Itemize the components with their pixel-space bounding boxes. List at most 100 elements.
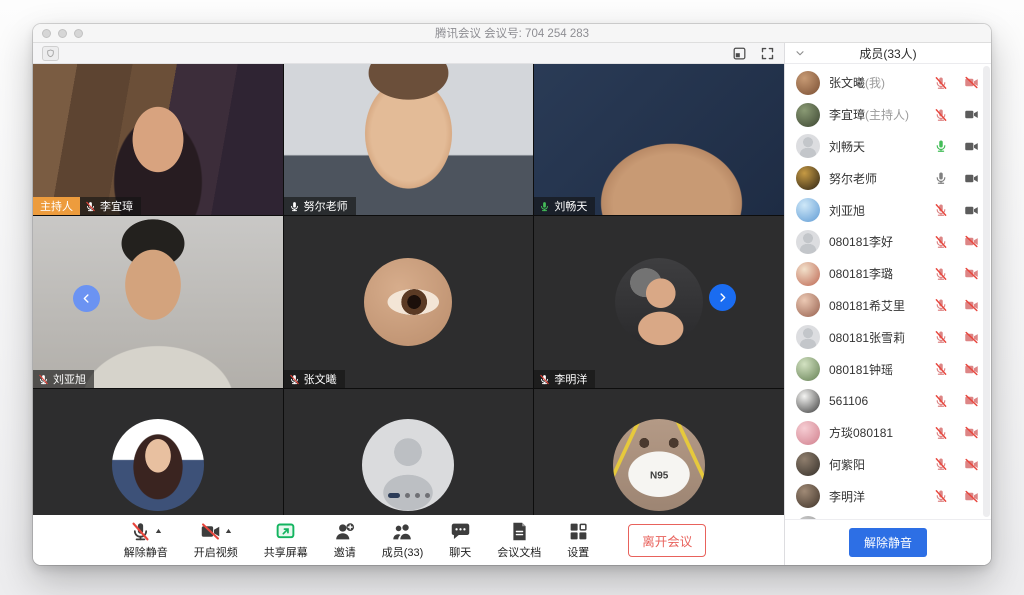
members-panel: 成员(33人) 张文曦(我) 李宜璋(主持人) 刘畅天 努尔老师 xyxy=(784,43,991,565)
camera-status-icon[interactable] xyxy=(964,489,979,504)
member-row[interactable]: 刘亚旭 xyxy=(785,194,991,226)
member-row[interactable]: 李宜璋(主持人) xyxy=(785,99,991,131)
video-tile-7[interactable] xyxy=(33,389,283,515)
member-row[interactable]: 561106 xyxy=(785,385,991,417)
fullscreen-button[interactable] xyxy=(760,46,775,61)
toolbar-item-mic-muted[interactable]: ▲ 解除静音 xyxy=(124,521,168,560)
tile-label: 刘亚旭 xyxy=(33,370,94,388)
toolbar-item-screen-share[interactable]: ▲ 共享屏幕 xyxy=(264,521,308,560)
caret-up-icon[interactable]: ▲ xyxy=(154,528,163,535)
tile-label: 张文曦 xyxy=(284,370,345,388)
video-tile-6[interactable]: 李明洋 xyxy=(534,216,784,388)
camera-status-icon[interactable] xyxy=(964,107,979,122)
camera-off-icon xyxy=(200,521,221,542)
member-row[interactable]: 张文曦(我) xyxy=(785,67,991,99)
member-row[interactable]: 刘畅天 xyxy=(785,131,991,163)
video-feed xyxy=(33,216,283,388)
video-tile-3[interactable]: 刘畅天 xyxy=(534,64,784,215)
mic-status-icon[interactable] xyxy=(934,203,948,217)
camera-status-icon[interactable] xyxy=(964,203,979,218)
next-page-button[interactable] xyxy=(709,284,736,311)
mic-status-icon[interactable] xyxy=(934,171,948,185)
camera-status-icon[interactable] xyxy=(964,457,979,472)
camera-status-icon[interactable] xyxy=(964,139,979,154)
window-controls xyxy=(42,29,83,38)
member-row[interactable]: 080181钟瑶 xyxy=(785,353,991,385)
camera-status-icon[interactable] xyxy=(964,393,979,408)
video-tile-5[interactable]: 张文曦 xyxy=(284,216,534,388)
bottom-toolbar: ▲ 解除静音 ▲ 开启视频 ▲ 共享屏幕 ▲ 邀请 ▲ 成员(33) ▲ 聊天 … xyxy=(33,515,784,565)
toolbar-item-label: 解除静音 xyxy=(124,544,168,560)
member-name: 刘亚旭 xyxy=(829,202,865,219)
toolbar-item-settings[interactable]: ▲ 设置 xyxy=(567,521,589,560)
mic-status-icon[interactable] xyxy=(934,457,948,471)
caret-up-icon[interactable]: ▲ xyxy=(224,528,233,535)
minimize-window-button[interactable] xyxy=(58,29,67,38)
member-row[interactable]: 080181李好 xyxy=(785,226,991,258)
leave-meeting-button[interactable]: 离开会议 xyxy=(628,524,706,557)
toolbar-item-label: 共享屏幕 xyxy=(264,544,308,560)
security-shield-button[interactable] xyxy=(42,46,59,61)
screen-share-icon xyxy=(275,521,296,542)
video-tile-9[interactable]: N95 xyxy=(534,389,784,515)
member-row[interactable]: 努尔老师 xyxy=(785,162,991,194)
member-row[interactable]: 方琰080181 xyxy=(785,417,991,449)
toolbar-item-camera-off[interactable]: ▲ 开启视频 xyxy=(194,521,238,560)
document-icon xyxy=(509,521,530,542)
mic-status-icon[interactable] xyxy=(934,108,948,122)
chat-icon xyxy=(450,521,471,542)
mic-status-icon[interactable] xyxy=(934,298,948,312)
member-row[interactable]: 080181李璐 xyxy=(785,258,991,290)
participant-name: 李明洋 xyxy=(554,371,587,387)
close-window-button[interactable] xyxy=(42,29,51,38)
camera-status-icon[interactable] xyxy=(964,171,979,186)
mic-status-icon[interactable] xyxy=(934,426,948,440)
member-name: 李明洋 xyxy=(829,488,865,505)
camera-status-icon[interactable] xyxy=(964,298,979,313)
video-tile-1[interactable]: 主持人 李宜璋 xyxy=(33,64,283,215)
camera-status-icon[interactable] xyxy=(964,330,979,345)
camera-status-icon[interactable] xyxy=(964,362,979,377)
mic-status-icon[interactable] xyxy=(934,139,948,153)
member-name: 方琰080181 xyxy=(829,424,893,441)
mic-status-icon[interactable] xyxy=(934,76,948,90)
camera-status-icon[interactable] xyxy=(964,425,979,440)
scrollbar[interactable] xyxy=(983,66,990,517)
toolbar-item-members[interactable]: ▲ 成员(33) xyxy=(382,521,424,560)
video-tile-2[interactable]: 努尔老师 xyxy=(284,64,534,215)
layout-switch-button[interactable] xyxy=(732,46,747,61)
page-dot-active xyxy=(388,493,400,498)
mic-muted-icon xyxy=(130,521,151,542)
mic-status-icon[interactable] xyxy=(934,330,948,344)
unmute-button[interactable]: 解除静音 xyxy=(849,528,927,557)
avatar xyxy=(615,258,703,346)
mic-status-icon[interactable] xyxy=(934,394,948,408)
avatar xyxy=(796,71,820,95)
mic-status-icon[interactable] xyxy=(934,267,948,281)
member-row[interactable]: 080181张雪莉 xyxy=(785,321,991,353)
toolbar-item-chat[interactable]: ▲ 聊天 xyxy=(449,521,471,560)
mic-status-icon[interactable] xyxy=(934,235,948,249)
mic-muted-icon xyxy=(38,374,49,385)
video-tile-4[interactable]: 刘亚旭 xyxy=(33,216,283,388)
member-row[interactable] xyxy=(785,512,991,519)
participant-name: 张文曦 xyxy=(304,371,337,387)
mic-status-icon[interactable] xyxy=(934,489,948,503)
member-name: 刘畅天 xyxy=(829,138,865,155)
camera-status-icon[interactable] xyxy=(964,75,979,90)
member-row[interactable]: 何紫阳 xyxy=(785,449,991,481)
camera-status-icon[interactable] xyxy=(964,266,979,281)
chevron-right-icon xyxy=(716,291,729,304)
avatar xyxy=(796,166,820,190)
shield-icon xyxy=(46,48,55,59)
toolbar-item-document[interactable]: ▲ 会议文档 xyxy=(497,521,541,560)
mic-status-icon[interactable] xyxy=(934,362,948,376)
prev-page-button[interactable] xyxy=(73,285,100,312)
member-name: 080181希艾里 xyxy=(829,297,905,314)
member-row[interactable]: 李明洋 xyxy=(785,480,991,512)
collapse-panel-button[interactable] xyxy=(794,47,806,59)
camera-status-icon[interactable] xyxy=(964,234,979,249)
member-row[interactable]: 080181希艾里 xyxy=(785,290,991,322)
toolbar-item-invite[interactable]: ▲ 邀请 xyxy=(334,521,356,560)
maximize-window-button[interactable] xyxy=(74,29,83,38)
